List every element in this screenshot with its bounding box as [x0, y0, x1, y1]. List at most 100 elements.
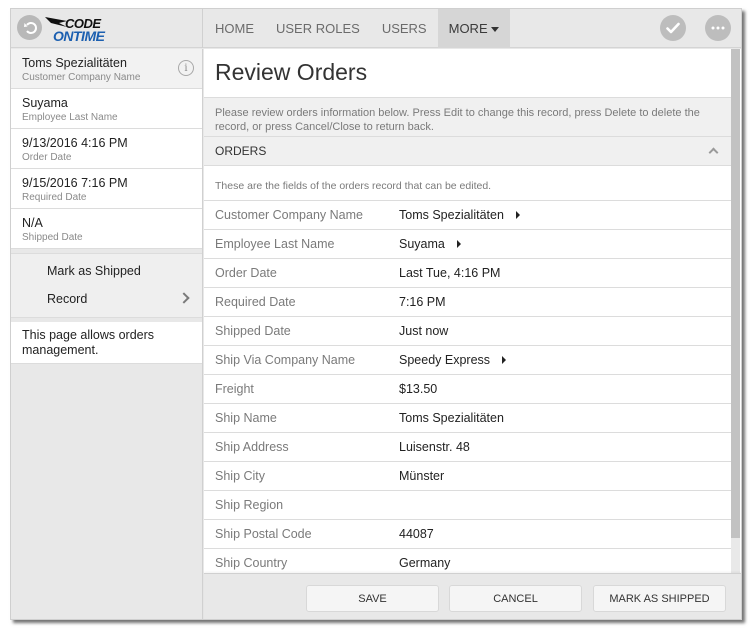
- field-row: Ship Postal Code 44087: [204, 520, 731, 549]
- section-description: These are the fields of the orders recor…: [204, 166, 731, 201]
- sidebar: Toms Spezialitäten Customer Company Name…: [11, 49, 203, 619]
- chevron-up-icon[interactable]: [708, 147, 719, 158]
- field-label: Ship Name: [215, 411, 277, 425]
- field-value: Toms Spezialitäten: [399, 411, 504, 425]
- action-record[interactable]: Record: [11, 285, 202, 313]
- action-label: Mark as Shipped: [47, 264, 141, 278]
- summary-label: Shipped Date: [22, 232, 83, 243]
- back-icon: [23, 21, 37, 34]
- field-value-text: Suyama: [399, 237, 445, 251]
- field-value[interactable]: Toms Spezialitäten: [399, 208, 520, 222]
- caret-down-icon: [490, 26, 499, 32]
- field-value[interactable]: Suyama: [399, 237, 461, 251]
- summary-employee: Suyama Employee Last Name: [11, 89, 202, 129]
- summary-customer: Toms Spezialitäten Customer Company Name…: [11, 49, 202, 89]
- lookup-arrow-icon[interactable]: [456, 240, 461, 248]
- field-value[interactable]: Speedy Express: [399, 353, 507, 367]
- back-button[interactable]: [17, 15, 42, 40]
- info-icon[interactable]: i: [178, 60, 194, 76]
- form-scroll-area: Review Orders Please review orders infor…: [204, 49, 731, 573]
- checkmark-button[interactable]: [660, 15, 686, 41]
- field-value: Germany: [399, 556, 450, 570]
- main-nav: HOME USER ROLES USERS MORE: [204, 9, 510, 48]
- brand-area: CODE ONTIME: [11, 9, 203, 48]
- nav-users-label: USERS: [381, 21, 427, 36]
- field-row: Ship Region: [204, 491, 731, 520]
- chevron-right-icon: [178, 292, 190, 304]
- nav-user-roles[interactable]: USER ROLES: [265, 9, 371, 48]
- more-options-button[interactable]: [705, 15, 731, 41]
- field-label: Ship Postal Code: [215, 527, 312, 541]
- summary-label: Employee Last Name: [22, 112, 118, 123]
- field-label: Ship Address: [215, 440, 289, 454]
- field-value-text: Germany: [399, 556, 451, 570]
- field-value-text: Last Tue, 4:16 PM: [399, 266, 501, 280]
- summary-value: N/A: [22, 216, 43, 230]
- summary-shipped-date: N/A Shipped Date: [11, 209, 202, 249]
- sidebar-actions: Mark as Shipped Record: [11, 253, 202, 318]
- field-value-text: 44087: [399, 527, 434, 541]
- checkmark-icon: [666, 22, 680, 34]
- field-value: 7:16 PM: [399, 295, 446, 309]
- nav-home[interactable]: HOME: [204, 9, 265, 48]
- field-label: Ship Country: [215, 556, 288, 570]
- field-label: Freight: [215, 382, 254, 396]
- nav-more-label: MORE: [448, 21, 488, 36]
- field-label: Ship City: [215, 469, 266, 483]
- nav-users[interactable]: USERS: [371, 9, 438, 48]
- field-value: Just now: [399, 324, 448, 338]
- field-label: Ship Via Company Name: [215, 353, 356, 367]
- field-row: Customer Company Name Toms Spezialitäten: [204, 201, 731, 230]
- field-value-text: Toms Spezialitäten: [399, 411, 504, 425]
- field-value-text: 7:16 PM: [399, 295, 446, 309]
- page-instructions: Please review orders information below. …: [204, 98, 731, 137]
- field-value: $13.50: [399, 382, 437, 396]
- page-description: This page allows orders management.: [11, 322, 202, 364]
- field-value-text: Luisenstr. 48: [399, 440, 470, 454]
- cancel-button[interactable]: CANCEL: [449, 585, 582, 612]
- summary-required-date: 9/15/2016 7:16 PM Required Date: [11, 169, 202, 209]
- scrollbar-thumb[interactable]: [731, 49, 740, 538]
- section-header-orders[interactable]: ORDERS: [204, 137, 731, 166]
- field-value-text: Just now: [399, 324, 449, 338]
- field-label: Order Date: [215, 266, 277, 280]
- main-content: Review Orders Please review orders infor…: [204, 49, 741, 619]
- field-value: Luisenstr. 48: [399, 440, 470, 454]
- nav-home-label: HOME: [215, 21, 254, 36]
- summary-label: Customer Company Name: [22, 72, 141, 83]
- action-mark-as-shipped[interactable]: Mark as Shipped: [11, 257, 202, 285]
- summary-label: Order Date: [22, 152, 72, 163]
- code-ontime-logo[interactable]: CODE ONTIME: [45, 13, 109, 44]
- nav-more[interactable]: MORE: [437, 9, 510, 48]
- field-value: 44087: [399, 527, 434, 541]
- action-label: Record: [47, 292, 88, 306]
- field-value: Münster: [399, 469, 444, 483]
- field-label: Required Date: [215, 295, 296, 309]
- summary-value: Suyama: [22, 96, 68, 110]
- action-footer: SAVE CANCEL MARK AS SHIPPED: [204, 573, 741, 619]
- mark-as-shipped-button[interactable]: MARK AS SHIPPED: [593, 585, 726, 612]
- field-row: Employee Last Name Suyama: [204, 230, 731, 259]
- field-label: Employee Last Name: [215, 237, 335, 251]
- nav-user-roles-label: USER ROLES: [276, 21, 360, 36]
- lookup-arrow-icon[interactable]: [515, 211, 520, 219]
- field-value-text: Münster: [399, 469, 445, 483]
- field-row: Ship Country Germany: [204, 549, 731, 573]
- summary-value: Toms Spezialitäten: [22, 56, 127, 70]
- top-bar: CODE ONTIME HOME USER ROLES USERS MORE: [11, 9, 741, 48]
- ellipsis-icon: [711, 26, 725, 30]
- vertical-scrollbar[interactable]: [731, 49, 740, 573]
- lookup-arrow-icon[interactable]: [502, 356, 507, 364]
- page-title: Review Orders: [204, 49, 731, 98]
- logo-text-ontime: ONTIME: [53, 28, 105, 44]
- field-row: Order Date Last Tue, 4:16 PM: [204, 259, 731, 288]
- field-row: Ship Name Toms Spezialitäten: [204, 404, 731, 433]
- field-row: Required Date 7:16 PM: [204, 288, 731, 317]
- section-title: ORDERS: [215, 144, 267, 158]
- save-button[interactable]: SAVE: [306, 585, 439, 612]
- field-label: Shipped Date: [215, 324, 291, 338]
- field-label: Customer Company Name: [215, 208, 363, 222]
- field-row: Ship City Münster: [204, 462, 731, 491]
- app-window: CODE ONTIME HOME USER ROLES USERS MORE T…: [10, 8, 742, 620]
- field-row: Ship Address Luisenstr. 48: [204, 433, 731, 462]
